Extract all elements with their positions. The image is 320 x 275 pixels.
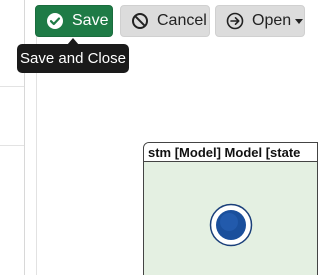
save-tooltip: Save and Close <box>17 44 129 73</box>
arrow-circle-right-icon <box>226 12 244 30</box>
frame-title: stm [Model] Model [state <box>144 143 317 162</box>
cancel-button-label: Cancel <box>157 12 207 29</box>
open-button-label: Open <box>252 12 292 29</box>
open-dropdown-button[interactable]: Open <box>215 5 305 37</box>
editor-window: Save Cancel Open Save and Close stm [Mod… <box>0 0 318 275</box>
save-button[interactable]: Save <box>35 5 113 37</box>
left-panel-divider <box>0 86 24 87</box>
initial-state-node[interactable] <box>209 203 253 247</box>
left-panel <box>0 0 24 275</box>
caret-down-icon <box>295 18 304 24</box>
left-panel-divider <box>0 145 24 146</box>
save-button-label: Save <box>72 12 109 29</box>
check-circle-icon <box>46 12 64 30</box>
ban-icon <box>131 12 149 30</box>
cancel-button[interactable]: Cancel <box>120 5 210 37</box>
